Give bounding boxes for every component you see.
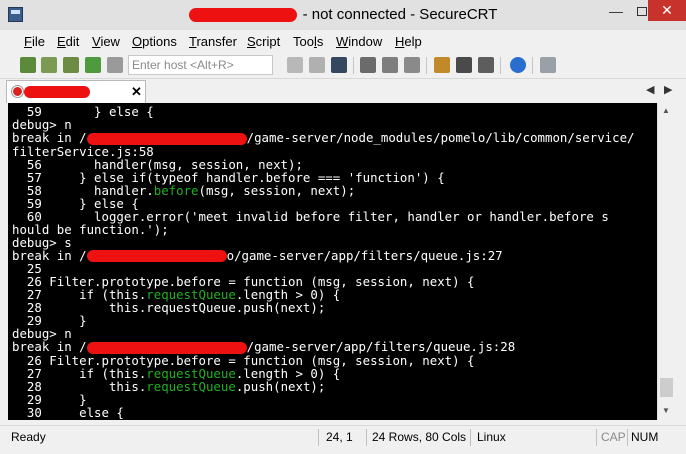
session-options-icon[interactable]	[434, 57, 450, 73]
toolbar-separator	[500, 57, 501, 74]
terminal-line: 60 logger.error('meet invalid before fil…	[12, 208, 609, 224]
menu-options[interactable]: Options	[132, 34, 177, 49]
close-window-button[interactable]: ✕	[648, 0, 686, 21]
terminal-highlight: before	[153, 182, 199, 198]
status-separator	[627, 429, 628, 446]
status-bar: Ready 24, 1 24 Rows, 80 Cols Linux CAP N…	[0, 425, 686, 449]
find-icon[interactable]	[331, 57, 347, 73]
menu-tools[interactable]: Tools	[293, 34, 323, 49]
help-icon[interactable]	[510, 57, 526, 73]
menu-script[interactable]: Script	[247, 34, 280, 49]
terminal-line: break in //game-server/app/filters/queue…	[12, 339, 516, 354]
scrollbar-thumb[interactable]	[660, 378, 673, 397]
terminal-line: 56 handler(msg, session, next);	[12, 156, 303, 172]
status-ready: Ready	[11, 430, 46, 444]
toolbar-separator	[532, 57, 533, 74]
terminal-view[interactable]: 59 } else { debug> n break in //game-ser…	[8, 103, 657, 420]
status-terminal-size: 24 Rows, 80 Cols	[372, 430, 467, 444]
menu-file[interactable]: File	[24, 34, 45, 49]
menu-edit[interactable]: Edit	[57, 34, 79, 49]
disconnected-status-icon	[12, 86, 23, 97]
session-tab[interactable]: ✕	[6, 80, 146, 103]
keymap-icon[interactable]	[478, 57, 494, 73]
menu-transfer[interactable]: Transfer	[189, 34, 237, 49]
terminal-line: 59 } else {	[12, 195, 139, 211]
vertical-scrollbar[interactable]: ▲ ▼	[657, 103, 674, 420]
quick-connect-icon[interactable]	[41, 57, 57, 73]
terminal-line: 27 if (this.requestQueue.length > 0) {	[12, 365, 341, 381]
redacted-tab-label	[24, 86, 90, 98]
terminal-line: 26 Filter.prototype.before = function (m…	[12, 352, 475, 368]
tab-bar: ✕ ◀ ▶	[0, 79, 686, 103]
tab-scroll-right-icon[interactable]: ▶	[664, 83, 672, 96]
connect-in-tab-icon[interactable]	[63, 57, 79, 73]
status-cursor-position: 24, 1	[326, 430, 353, 444]
print-screen-icon[interactable]	[404, 57, 420, 73]
status-os: Linux	[477, 430, 506, 444]
terminal-line: 59 } else {	[12, 104, 154, 119]
scroll-down-icon[interactable]: ▼	[662, 406, 670, 415]
window-title: - not connected - SecureCRT	[0, 6, 686, 23]
redacted-path	[86, 341, 247, 354]
redacted-path	[86, 132, 247, 145]
terminal-line: 28 this.requestQueue.push(next);	[12, 300, 326, 315]
redacted-path	[86, 250, 227, 262]
status-separator	[366, 429, 367, 446]
menu-bar: File Edit View Options Transfer Script T…	[0, 30, 686, 52]
terminal-line: 30 else {	[12, 404, 124, 420]
status-caps-lock: CAP	[601, 430, 626, 444]
reconnect-icon[interactable]	[85, 57, 101, 73]
menu-help[interactable]: Help	[395, 34, 422, 49]
redacted-session-name	[188, 8, 297, 23]
tab-scroll-left-icon[interactable]: ◀	[646, 83, 654, 96]
toolbar: Enter host <Alt+R>	[0, 52, 686, 79]
toolbar-separator	[426, 57, 427, 74]
terminal-line: 29 }	[12, 313, 87, 328]
title-bar: - not connected - SecureCRT — ✕	[0, 0, 686, 30]
status-num-lock: NUM	[631, 430, 659, 444]
copy-icon[interactable]	[287, 57, 303, 73]
paste-icon[interactable]	[309, 57, 325, 73]
terminal-line: break in //game-server/node_modules/pome…	[12, 130, 635, 145]
terminal-line: filterService.js:58	[12, 143, 154, 159]
connect-icon[interactable]	[20, 57, 36, 73]
menu-view[interactable]: View	[92, 34, 120, 49]
disconnect-icon[interactable]	[107, 57, 123, 73]
terminal-line: 28 this.requestQueue.push(next);	[12, 378, 326, 394]
print-icon[interactable]	[360, 57, 376, 73]
terminal-line: 57 } else if(typeof handler.before === '…	[12, 169, 445, 185]
terminal-highlight: requestQueue	[146, 378, 236, 394]
terminal-line: 29 }	[12, 391, 87, 407]
minimize-button[interactable]: —	[602, 0, 630, 22]
tab-close-icon[interactable]: ✕	[131, 84, 142, 100]
terminal-line: hould be function.');	[12, 221, 169, 237]
scroll-up-icon[interactable]: ▲	[662, 106, 670, 115]
terminal-line: 58 handler.before(msg, session, next);	[12, 182, 356, 198]
print-selection-icon[interactable]	[382, 57, 398, 73]
global-options-icon[interactable]	[456, 57, 472, 73]
status-separator	[318, 429, 319, 446]
session-manager-icon[interactable]	[540, 57, 556, 73]
enter-host-input[interactable]: Enter host <Alt+R>	[128, 55, 273, 75]
terminal-line: break in / o/game-server/app/filters/queu…	[12, 247, 503, 263]
menu-window[interactable]: Window	[336, 34, 382, 49]
status-separator	[596, 429, 597, 446]
status-separator	[470, 429, 471, 446]
toolbar-separator	[353, 57, 354, 74]
